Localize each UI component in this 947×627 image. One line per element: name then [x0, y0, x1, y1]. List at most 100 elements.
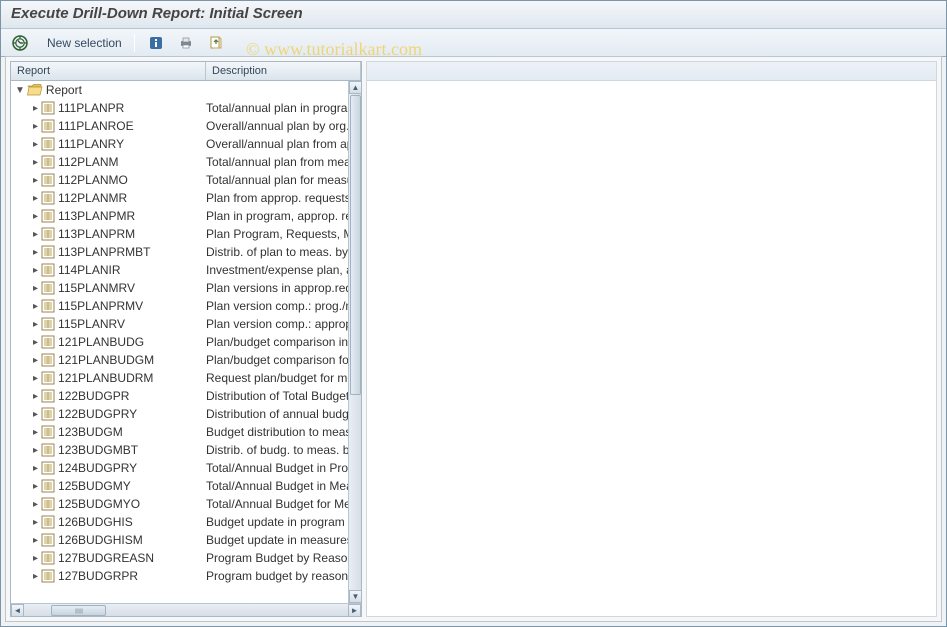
- tree-row[interactable]: ▸ 127BUDGRPR Program budget by reason f: [11, 567, 348, 585]
- tree-row[interactable]: ▸ 121PLANBUDG Plan/budget comparison in …: [11, 333, 348, 351]
- toolbar: New selection: [1, 29, 946, 57]
- report-description: Program budget by reason f: [206, 569, 348, 583]
- tree-row[interactable]: ▸ 111PLANRY Overall/annual plan from app: [11, 135, 348, 153]
- expand-icon[interactable]: ▸: [33, 103, 38, 114]
- tree-row[interactable]: ▸ 111PLANPR Total/annual plan in program: [11, 99, 348, 117]
- tree-row[interactable]: ▸ 125BUDGMYO Total/Annual Budget for Me: [11, 495, 348, 513]
- tree-row[interactable]: ▸ 123BUDGMBT Distrib. of budg. to meas. …: [11, 441, 348, 459]
- expand-icon[interactable]: ▸: [33, 517, 38, 528]
- expand-icon[interactable]: ▸: [33, 247, 38, 258]
- vertical-scroll-thumb[interactable]: [350, 95, 361, 395]
- report-code: 126BUDGHIS: [58, 515, 133, 529]
- expand-icon[interactable]: ▸: [33, 121, 38, 132]
- tree-row[interactable]: ▸ 113PLANPRMBT Distrib. of plan to meas.…: [11, 243, 348, 261]
- report-description: Total/annual plan for measu: [206, 173, 348, 187]
- expand-icon[interactable]: ▸: [33, 373, 38, 384]
- expand-icon[interactable]: ▸: [33, 301, 38, 312]
- report-description: Program Budget by Reason: [206, 551, 348, 565]
- tree-row[interactable]: ▸ 121PLANBUDGM Plan/budget comparison fo…: [11, 351, 348, 369]
- report-description: Plan version comp.: prog./m: [206, 299, 348, 313]
- report-description: Total/Annual Budget in Mea: [206, 479, 348, 493]
- report-tree-panel: Report Description ▼ Report ▸: [10, 61, 362, 617]
- new-selection-button[interactable]: New selection: [43, 36, 126, 50]
- report-description: Budget distribution to meas: [206, 425, 348, 439]
- report-description: Distrib. of budg. to meas. b: [206, 443, 348, 457]
- expand-icon[interactable]: ▸: [33, 139, 38, 150]
- expand-icon[interactable]: ▸: [33, 391, 38, 402]
- tree-row[interactable]: ▸ 122BUDGPRY Distribution of annual budg…: [11, 405, 348, 423]
- expand-icon[interactable]: ▸: [33, 337, 38, 348]
- report-code: 113PLANPRM: [58, 227, 135, 241]
- tree-row[interactable]: ▸ 126BUDGHIS Budget update in program: [11, 513, 348, 531]
- expand-icon[interactable]: ▸: [33, 463, 38, 474]
- collapse-icon[interactable]: ▼: [15, 85, 25, 96]
- export-button[interactable]: [203, 33, 229, 53]
- title-bar: Execute Drill-Down Report: Initial Scree…: [1, 1, 946, 29]
- report-code: 114PLANIR: [58, 263, 120, 277]
- execute-button[interactable]: [7, 33, 33, 53]
- expand-icon[interactable]: ▸: [33, 427, 38, 438]
- tree-root[interactable]: ▼ Report: [11, 81, 348, 99]
- tree-row[interactable]: ▸ 114PLANIR Investment/expense plan, a: [11, 261, 348, 279]
- tree-row[interactable]: ▸ 115PLANMRV Plan versions in approp.req…: [11, 279, 348, 297]
- info-button[interactable]: [143, 33, 169, 53]
- expand-icon[interactable]: ▸: [33, 481, 38, 492]
- tree-row[interactable]: ▸ 127BUDGREASN Program Budget by Reason: [11, 549, 348, 567]
- report-icon: [41, 389, 55, 403]
- tree-row[interactable]: ▸ 126BUDGHISM Budget update in measures: [11, 531, 348, 549]
- expand-icon[interactable]: ▸: [33, 157, 38, 168]
- horizontal-scroll-thumb[interactable]: [51, 605, 106, 616]
- col-description-header[interactable]: Description: [206, 62, 361, 80]
- report-code: 111PLANRY: [58, 137, 124, 151]
- tree-row[interactable]: ▸ 125BUDGMY Total/Annual Budget in Mea: [11, 477, 348, 495]
- tree-row[interactable]: ▸ 111PLANROE Overall/annual plan by org.…: [11, 117, 348, 135]
- horizontal-scrollbar[interactable]: ◄ ►: [11, 603, 361, 616]
- print-button[interactable]: [173, 33, 199, 53]
- report-icon: [41, 191, 55, 205]
- scroll-right-icon[interactable]: ►: [348, 604, 361, 617]
- scroll-up-icon[interactable]: ▲: [349, 81, 361, 94]
- scroll-down-icon[interactable]: ▼: [349, 590, 361, 603]
- expand-icon[interactable]: ▸: [33, 553, 38, 564]
- tree-row[interactable]: ▸ 115PLANPRMV Plan version comp.: prog./…: [11, 297, 348, 315]
- tree-row[interactable]: ▸ 121PLANBUDRM Request plan/budget for m…: [11, 369, 348, 387]
- expand-icon[interactable]: ▸: [33, 409, 38, 420]
- report-icon: [41, 245, 55, 259]
- tree-row[interactable]: ▸ 112PLANM Total/annual plan from meas: [11, 153, 348, 171]
- tree-row[interactable]: ▸ 122BUDGPR Distribution of Total Budget: [11, 387, 348, 405]
- report-code: 111PLANPR: [58, 101, 124, 115]
- tree-row[interactable]: ▸ 124BUDGPRY Total/Annual Budget in Prog: [11, 459, 348, 477]
- expand-icon[interactable]: ▸: [33, 499, 38, 510]
- expand-icon[interactable]: ▸: [33, 229, 38, 240]
- expand-icon[interactable]: ▸: [33, 319, 38, 330]
- expand-icon[interactable]: ▸: [33, 355, 38, 366]
- report-description: Request plan/budget for me: [206, 371, 348, 385]
- expand-icon[interactable]: ▸: [33, 535, 38, 546]
- report-code: 122BUDGPR: [58, 389, 129, 403]
- expand-icon[interactable]: ▸: [33, 445, 38, 456]
- expand-icon[interactable]: ▸: [33, 283, 38, 294]
- expand-icon[interactable]: ▸: [33, 211, 38, 222]
- tree-row[interactable]: ▸ 113PLANPMR Plan in program, approp. re…: [11, 207, 348, 225]
- tree-row[interactable]: ▸ 113PLANPRM Plan Program, Requests, Me: [11, 225, 348, 243]
- expand-icon[interactable]: ▸: [33, 265, 38, 276]
- report-icon: [41, 137, 55, 151]
- scroll-left-icon[interactable]: ◄: [11, 604, 24, 617]
- report-description: Overall/annual plan from app: [206, 137, 348, 151]
- report-description: Total/annual plan from meas: [206, 155, 348, 169]
- vertical-scrollbar[interactable]: ▲ ▼: [348, 81, 361, 603]
- expand-icon[interactable]: ▸: [33, 175, 38, 186]
- report-code: 123BUDGMBT: [58, 443, 138, 457]
- report-icon: [41, 173, 55, 187]
- expand-icon[interactable]: ▸: [33, 193, 38, 204]
- report-icon: [41, 425, 55, 439]
- tree-row[interactable]: ▸ 112PLANMR Plan from approp. requests: [11, 189, 348, 207]
- report-code: 124BUDGPRY: [58, 461, 137, 475]
- tree-row[interactable]: ▸ 112PLANMO Total/annual plan for measu: [11, 171, 348, 189]
- tree-row[interactable]: ▸ 123BUDGM Budget distribution to meas: [11, 423, 348, 441]
- report-icon: [41, 353, 55, 367]
- col-report-header[interactable]: Report: [11, 62, 206, 80]
- report-icon: [41, 497, 55, 511]
- tree-row[interactable]: ▸ 115PLANRV Plan version comp.: appropia: [11, 315, 348, 333]
- expand-icon[interactable]: ▸: [33, 571, 38, 582]
